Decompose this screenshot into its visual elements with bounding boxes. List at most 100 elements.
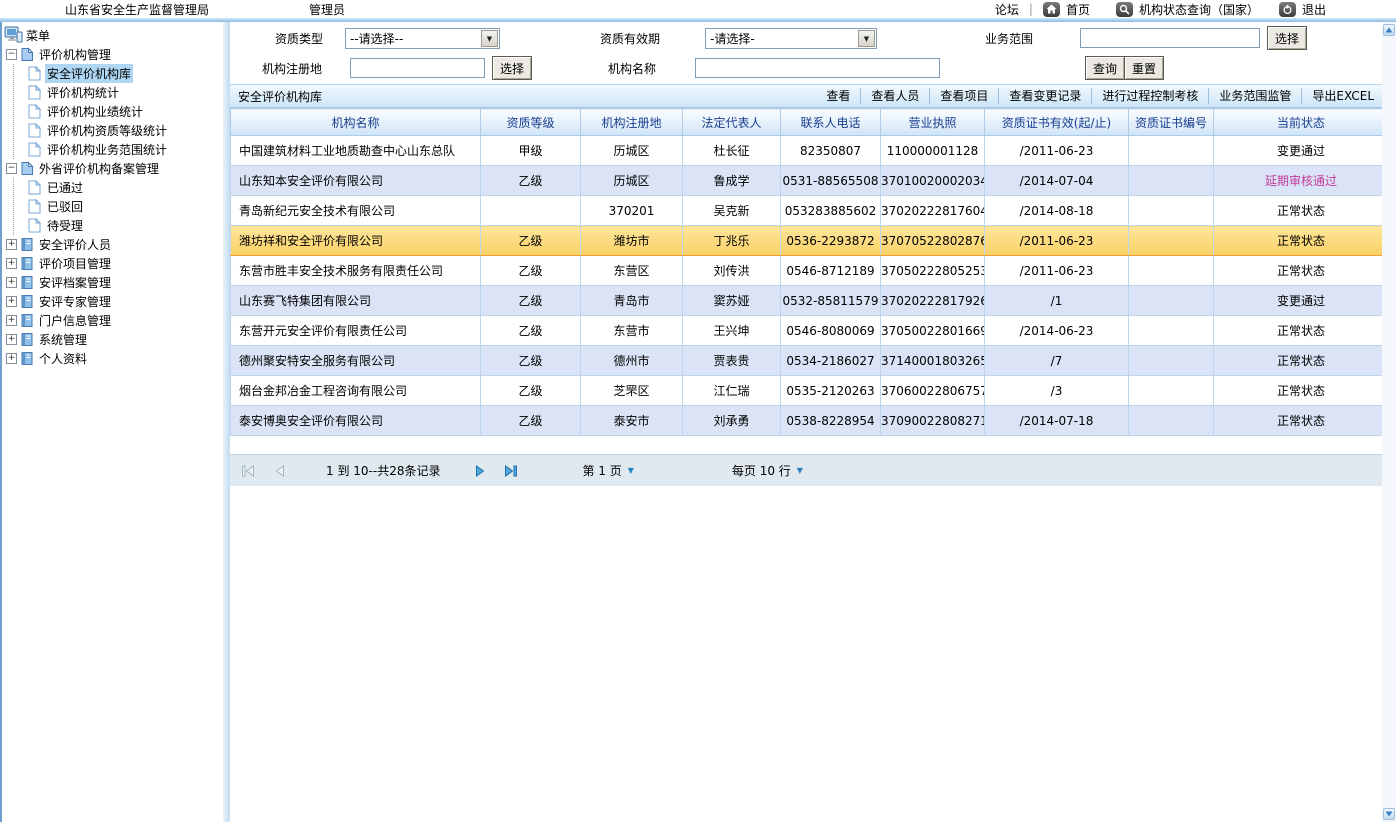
search-icon[interactable] [1116,2,1133,17]
reset-button[interactable]: 重置 [1124,56,1164,80]
tree-node-label[interactable]: 安全评价人员 [37,235,113,254]
tree-expander-icon[interactable]: + [6,296,17,307]
table-body: 中国建筑材料工业地质勘查中心山东总队甲级历城区杜长征82350807110000… [231,136,1389,436]
toolbar-button[interactable]: 导出EXCEL [1301,88,1384,104]
tree-node-label[interactable]: 系统管理 [37,330,89,349]
tree-expander-icon[interactable]: + [6,239,17,250]
tree-node[interactable]: + 安评档案管理 [4,273,222,292]
tree-expander-icon[interactable]: − [6,163,17,174]
chevron-down-icon[interactable]: ▼ [858,30,875,47]
tree-leaf-label[interactable]: 评价机构业绩统计 [45,102,145,121]
toolbar-button[interactable]: 查看 [816,88,860,104]
tree-leaf[interactable]: 已驳回 [28,197,222,216]
table-row[interactable]: 东营市胜丰安全技术服务有限责任公司乙级东营区刘传洪0546-8712189370… [231,256,1389,286]
tree-node[interactable]: + 个人资料 [4,349,222,368]
panel-splitter[interactable] [222,22,230,822]
last-page-icon[interactable] [500,465,520,477]
column-header[interactable]: 机构注册地 [581,109,683,136]
chevron-down-icon[interactable]: ▼ [481,30,498,47]
tree-leaf[interactable]: 评价机构统计 [28,83,222,102]
table-row[interactable]: 德州聚安特安全服务有限公司乙级德州市贾表贵0534-21860273714000… [231,346,1389,376]
tree-leaf-label[interactable]: 评价机构资质等级统计 [45,121,169,140]
qual-validity-select[interactable]: -请选择- ▼ [705,28,877,49]
reg-addr-select-button[interactable]: 选择 [492,56,532,80]
table-row[interactable]: 山东知本安全评价有限公司乙级历城区鲁成学0531-885655083701002… [231,166,1389,196]
table-row[interactable]: 潍坊祥和安全评价有限公司乙级潍坊市丁兆乐0536-229387237070522… [231,226,1389,256]
table-row[interactable]: 泰安博奥安全评价有限公司乙级泰安市刘承勇0538-822895437090022… [231,406,1389,436]
home-icon[interactable] [1043,2,1060,17]
tree-node-label[interactable]: 评价机构管理 [37,45,113,64]
first-page-icon[interactable] [238,465,258,477]
column-header[interactable]: 资质等级 [481,109,581,136]
tree-node-label[interactable]: 外省评价机构备案管理 [37,159,161,178]
page-size-select[interactable]: 每页 10 行 ▼ [732,462,803,479]
table-row[interactable]: 青岛新纪元安全技术有限公司370201吴克新053283885602370202… [231,196,1389,226]
forum-link[interactable]: 论坛 [995,1,1019,18]
table-cell: 潍坊市 [581,226,683,256]
tree-expander-icon[interactable]: + [6,315,17,326]
tree-leaf[interactable]: 安全评价机构库 [28,64,222,83]
biz-scope-select-button[interactable]: 选择 [1267,26,1307,50]
toolbar-button[interactable]: 查看变更记录 [998,88,1091,104]
tree-expander-icon[interactable]: + [6,353,17,364]
toolbar-button[interactable]: 查看项目 [929,88,998,104]
tree-leaf-label[interactable]: 已驳回 [45,197,85,216]
reg-addr-input[interactable] [350,58,485,78]
tree-expander-icon[interactable]: + [6,334,17,345]
tree-leaf-label[interactable]: 安全评价机构库 [45,64,133,83]
tree-node[interactable]: + 系统管理 [4,330,222,349]
tree-node-label[interactable]: 评价项目管理 [37,254,113,273]
tree-leaf-label[interactable]: 待受理 [45,216,85,235]
column-header[interactable]: 当前状态 [1214,109,1389,136]
tree-node[interactable]: + 安全评价人员 [4,235,222,254]
tree-node-label[interactable]: 安评档案管理 [37,273,113,292]
org-name-input[interactable] [695,58,940,78]
tree-leaf[interactable]: 评价机构业绩统计 [28,102,222,121]
table-row[interactable]: 东营开元安全评价有限责任公司乙级东营市王兴坤0546-8080069370500… [231,316,1389,346]
query-button[interactable]: 查询 [1085,56,1125,80]
table-row[interactable]: 烟台金邦冶金工程咨询有限公司乙级芝罘区江仁瑞0535-2120263370600… [231,376,1389,406]
vertical-scrollbar[interactable] [1382,22,1396,822]
scroll-up-icon[interactable] [1383,24,1395,36]
page-number-select[interactable]: 第 1 页 ▼ [582,462,633,479]
column-header[interactable]: 资质证书有效(起/止) [985,109,1129,136]
scroll-down-icon[interactable] [1383,808,1395,820]
toolbar-button[interactable]: 业务范围监管 [1208,88,1301,104]
power-icon[interactable] [1279,2,1296,17]
tree-node[interactable]: + 安评专家管理 [4,292,222,311]
tree-leaf-label[interactable]: 评价机构业务范围统计 [45,140,169,159]
tree-node[interactable]: + 评价项目管理 [4,254,222,273]
column-header[interactable]: 营业执照 [881,109,985,136]
qual-type-select[interactable]: --请选择-- ▼ [345,28,500,49]
tree-expander-icon[interactable]: + [6,258,17,269]
tree-leaf-label[interactable]: 评价机构统计 [45,83,121,102]
table-row[interactable]: 中国建筑材料工业地质勘查中心山东总队甲级历城区杜长征82350807110000… [231,136,1389,166]
status-query-link[interactable]: 机构状态查询（国家） [1139,1,1259,18]
tree-node[interactable]: − 评价机构管理 [4,45,222,64]
column-header[interactable]: 资质证书编号 [1129,109,1214,136]
next-page-icon[interactable] [470,465,490,477]
home-link[interactable]: 首页 [1066,1,1090,18]
logout-link[interactable]: 退出 [1302,1,1326,18]
toolbar-button[interactable]: 进行过程控制考核 [1091,88,1208,104]
column-header[interactable]: 法定代表人 [683,109,781,136]
tree-node-label[interactable]: 安评专家管理 [37,292,113,311]
biz-scope-input[interactable] [1080,28,1260,48]
column-header[interactable]: 联系人电话 [781,109,881,136]
prev-page-icon[interactable] [270,465,290,477]
tree-node[interactable]: − 外省评价机构备案管理 [4,159,222,178]
tree-leaf-label[interactable]: 已通过 [45,178,85,197]
computer-icon [4,26,24,44]
tree-leaf[interactable]: 待受理 [28,216,222,235]
column-header[interactable]: 机构名称 [231,109,481,136]
tree-node-label[interactable]: 门户信息管理 [37,311,113,330]
tree-node[interactable]: + 门户信息管理 [4,311,222,330]
tree-leaf[interactable]: 已通过 [28,178,222,197]
tree-leaf[interactable]: 评价机构资质等级统计 [28,121,222,140]
tree-leaf[interactable]: 评价机构业务范围统计 [28,140,222,159]
tree-node-label[interactable]: 个人资料 [37,349,89,368]
tree-expander-icon[interactable]: + [6,277,17,288]
toolbar-button[interactable]: 查看人员 [860,88,929,104]
tree-expander-icon[interactable]: − [6,49,17,60]
table-row[interactable]: 山东赛飞特集团有限公司乙级青岛市窦苏娅0532-8581157937020222… [231,286,1389,316]
